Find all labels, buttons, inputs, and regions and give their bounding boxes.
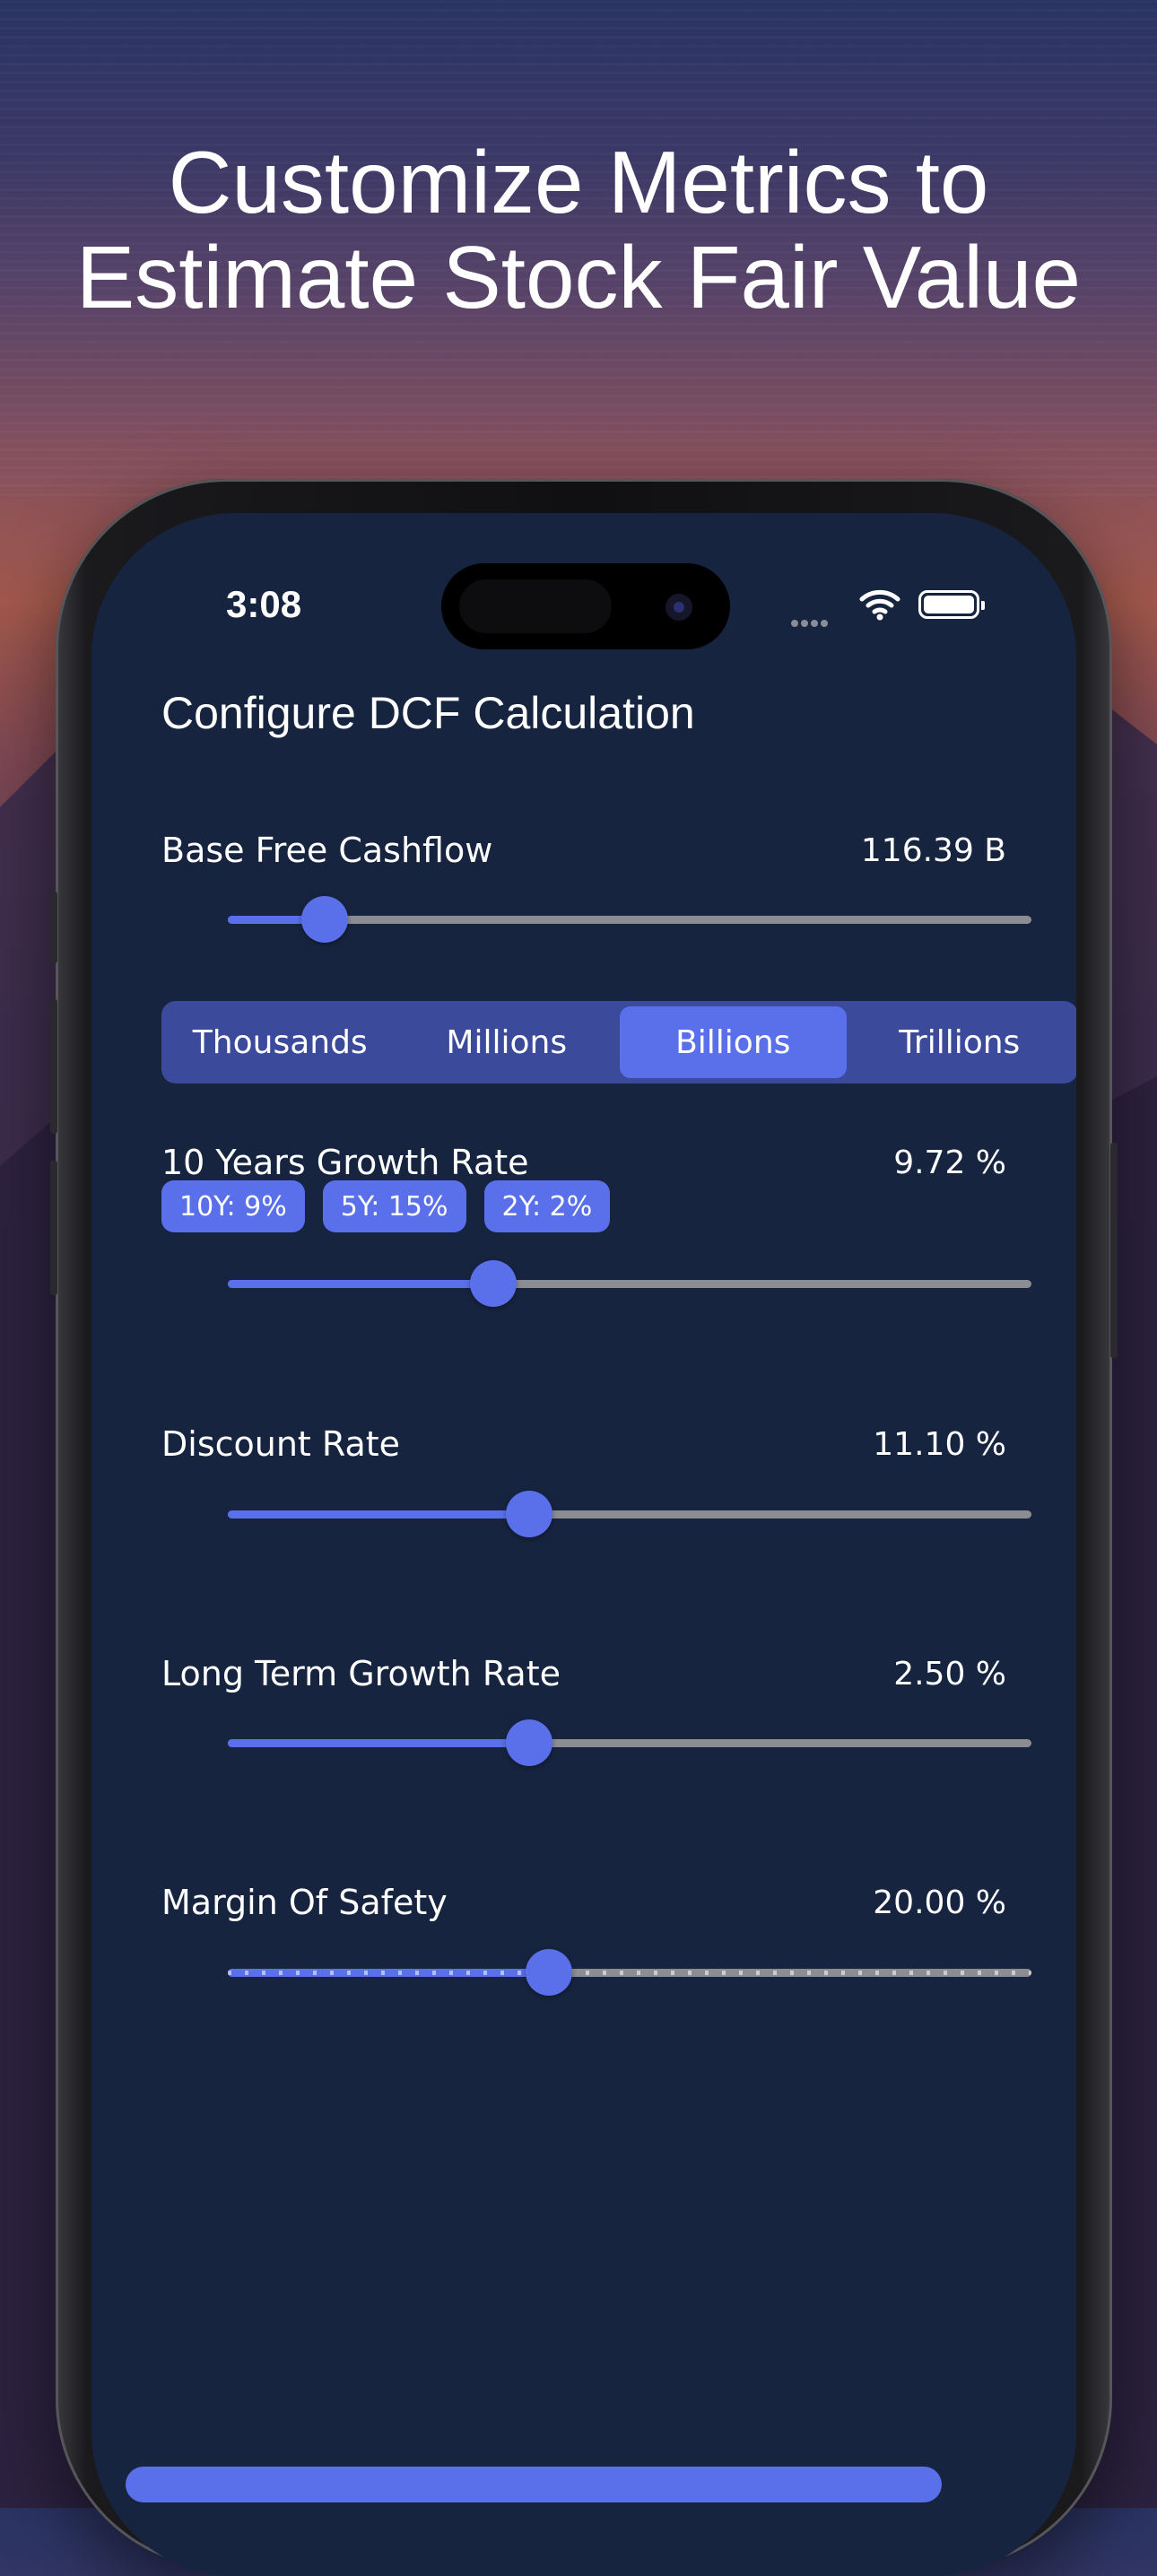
discount-rate-value: 11.10 % bbox=[873, 1426, 1006, 1463]
calculate-button[interactable] bbox=[126, 2467, 942, 2502]
segment-thousands[interactable]: Thousands bbox=[167, 1006, 394, 1078]
phone-frame: 3:08 Configure DCF Calculation Base Free… bbox=[50, 479, 1118, 2576]
discount-rate-slider[interactable] bbox=[228, 1491, 1031, 1537]
phone-power-button bbox=[1110, 1143, 1118, 1358]
segment-trillions[interactable]: Trillions bbox=[847, 1006, 1074, 1078]
growth-rate-value: 9.72 % bbox=[893, 1144, 1006, 1181]
dynamic-island bbox=[441, 563, 730, 649]
base-free-cashflow-label: Base Free Cashflow bbox=[161, 831, 493, 870]
discount-rate-label: Discount Rate bbox=[161, 1424, 401, 1464]
status-time: 3:08 bbox=[226, 583, 302, 625]
app-screen: 3:08 Configure DCF Calculation Base Free… bbox=[91, 513, 1076, 2576]
chip-10y[interactable]: 10Y: 9% bbox=[161, 1180, 305, 1232]
base-free-cashflow-value: 116.39 B bbox=[860, 832, 1006, 869]
growth-rate-slider[interactable] bbox=[228, 1260, 1031, 1307]
camera-icon bbox=[665, 594, 692, 621]
segment-billions[interactable]: Billions bbox=[620, 1006, 847, 1078]
growth-rate-chips: 10Y: 9% 5Y: 15% 2Y: 2% bbox=[161, 1180, 628, 1232]
chip-2y[interactable]: 2Y: 2% bbox=[483, 1180, 611, 1232]
slider-thumb[interactable] bbox=[526, 1949, 573, 1996]
unit-segmented-control[interactable]: Thousands Millions Billions Trillions bbox=[161, 1001, 1076, 1083]
long-term-growth-slider[interactable] bbox=[228, 1719, 1031, 1766]
phone-action-button bbox=[50, 892, 57, 963]
wifi-icon bbox=[859, 589, 900, 621]
segment-millions[interactable]: Millions bbox=[394, 1006, 621, 1078]
slider-thumb[interactable] bbox=[300, 896, 348, 943]
battery-icon bbox=[918, 590, 985, 619]
chip-5y[interactable]: 5Y: 15% bbox=[322, 1180, 466, 1232]
phone-volume-down-button bbox=[50, 1161, 57, 1295]
long-term-growth-value: 2.50 % bbox=[893, 1656, 1006, 1693]
margin-of-safety-slider[interactable] bbox=[228, 1949, 1031, 1996]
page-title: Configure DCF Calculation bbox=[161, 688, 695, 738]
slider-thumb[interactable] bbox=[506, 1491, 552, 1537]
headline: Customize Metrics to Estimate Stock Fair… bbox=[75, 133, 1082, 326]
slider-thumb[interactable] bbox=[469, 1260, 517, 1307]
phone-volume-up-button bbox=[50, 999, 57, 1134]
cellular-signal-icon bbox=[791, 614, 831, 631]
growth-rate-label: 10 Years Growth Rate bbox=[161, 1143, 529, 1182]
base-free-cashflow-slider[interactable] bbox=[228, 896, 1031, 943]
slider-thumb[interactable] bbox=[506, 1719, 552, 1766]
margin-of-safety-label: Margin Of Safety bbox=[161, 1883, 448, 1922]
margin-of-safety-value: 20.00 % bbox=[873, 1884, 1006, 1921]
long-term-growth-label: Long Term Growth Rate bbox=[161, 1654, 561, 1693]
